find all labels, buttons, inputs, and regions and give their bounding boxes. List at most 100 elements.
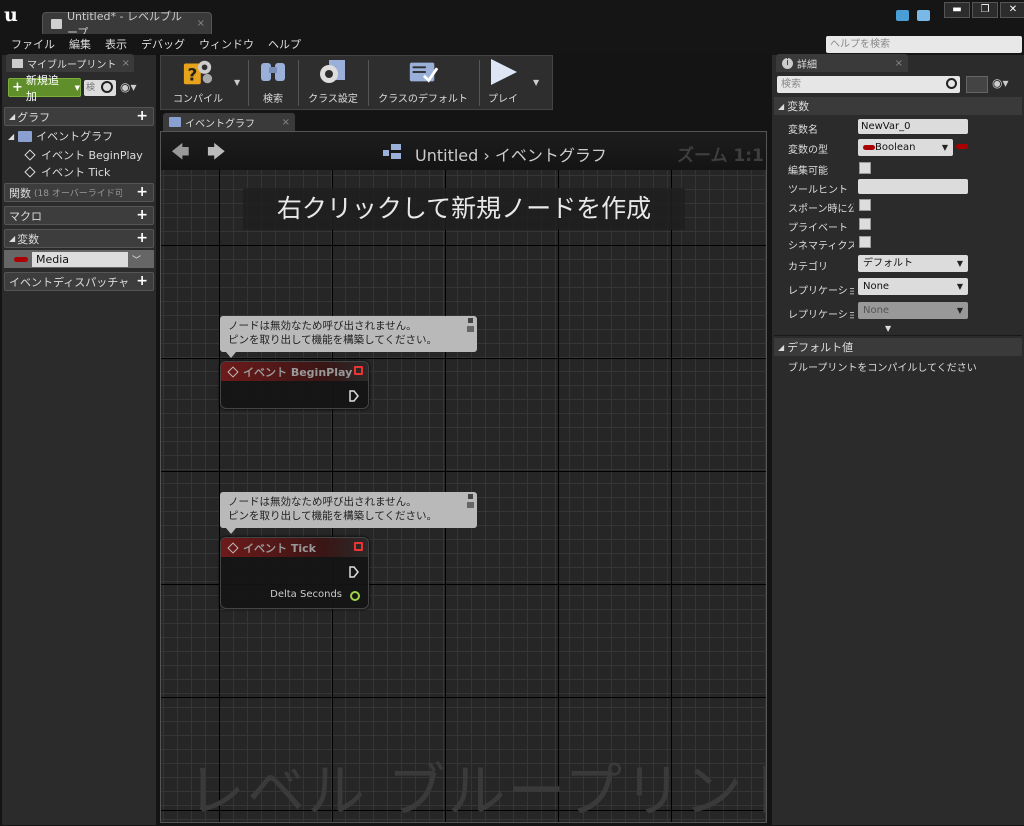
section-functions[interactable]: 関数 (18 オーバーライド可 +: [4, 183, 154, 202]
class-defaults-label: クラスのデフォルト: [378, 94, 468, 105]
comment-line: ノードは無効なため呼び出されません。: [228, 496, 417, 508]
event-graph-tab[interactable]: イベントグラフ ×: [163, 113, 295, 131]
event-diamond-icon: [227, 541, 239, 554]
add-new-button[interactable]: + 新規追加 ▼: [8, 74, 81, 103]
play-icon: [487, 57, 519, 87]
event-diamond-icon: [24, 166, 36, 178]
section-event-dispatchers[interactable]: イベントディスパッチャ +: [4, 272, 154, 291]
back-arrow-icon[interactable]: 🡄: [171, 140, 190, 170]
prop-label-cinematics: シネマティクス: [788, 241, 854, 252]
replication-dropdown[interactable]: None: [858, 278, 968, 295]
menu-file[interactable]: ファイル: [4, 36, 62, 52]
document-tab[interactable]: Untitled* - レベルブループ ×: [42, 10, 212, 39]
cinematics-checkbox[interactable]: [859, 236, 871, 248]
chat-icon[interactable]: [896, 10, 909, 21]
chevron-down-icon: ▼: [74, 83, 80, 92]
menu-debug[interactable]: デバッグ: [134, 36, 192, 52]
tree-event-graph-label: イベントグラフ: [36, 130, 114, 143]
section-macros[interactable]: マクロ +: [4, 206, 154, 225]
menu-help[interactable]: ヘルプ: [261, 36, 308, 52]
exec-pin-icon[interactable]: [349, 390, 359, 402]
var-name-field[interactable]: NewVar_0: [858, 119, 968, 134]
pin-icon[interactable]: [467, 318, 474, 332]
section-variables[interactable]: ◢ 変数 +: [4, 229, 154, 248]
prop-label-tooltip: ツールヒント: [788, 185, 848, 196]
tab-close-icon[interactable]: ×: [197, 18, 205, 29]
forward-arrow-icon[interactable]: 🡆: [207, 140, 226, 170]
maximize-button[interactable]: ❐: [972, 2, 998, 18]
eye-icon[interactable]: ◉▾: [992, 76, 1009, 90]
compile-options-chevron-icon[interactable]: ▼: [234, 78, 240, 87]
minimize-button[interactable]: ▬: [944, 2, 970, 18]
list-view-icon[interactable]: [966, 76, 988, 93]
editable-checkbox[interactable]: [859, 162, 871, 174]
add-variable-icon[interactable]: +: [136, 231, 148, 246]
compile-label: コンパイル: [173, 94, 223, 105]
event-diamond-icon: [24, 149, 36, 161]
compile-icon: ?: [182, 57, 214, 87]
marketplace-icon[interactable]: [917, 10, 930, 21]
event-begin-play-node[interactable]: イベント BeginPlay: [220, 361, 369, 409]
float-pin-icon[interactable]: [350, 591, 360, 601]
breadcrumb-separator: ›: [483, 146, 490, 165]
expand-advanced-icon[interactable]: ▼: [885, 324, 891, 333]
close-button[interactable]: ✕: [1000, 2, 1024, 18]
compile-button[interactable]: ? コンパイル: [165, 56, 231, 109]
add-function-icon[interactable]: +: [136, 185, 148, 200]
private-checkbox[interactable]: [859, 218, 871, 230]
my-blueprint-tab[interactable]: マイブループリント ×: [6, 54, 134, 72]
variable-row[interactable]: Media ﹀: [4, 250, 154, 268]
var-type-dropdown[interactable]: Boolean: [858, 139, 953, 156]
search-button[interactable]: 検索: [251, 56, 295, 109]
prop-label-expose-on-spawn: スポーン時に公: [788, 204, 854, 215]
expose-on-spawn-checkbox[interactable]: [859, 199, 871, 211]
prop-label-replication: レプリケーショ: [788, 286, 854, 297]
bool-pin-icon: [863, 144, 875, 150]
details-section-default-value[interactable]: ◢ デフォルト値: [774, 338, 1022, 356]
delegate-pin-icon[interactable]: [354, 542, 363, 551]
exec-pin-icon[interactable]: [349, 566, 359, 578]
play-button[interactable]: プレイ: [481, 56, 525, 109]
eye-icon[interactable]: ◉▾: [120, 80, 137, 94]
tab-close-icon[interactable]: ×: [282, 117, 290, 128]
details-section-variable[interactable]: ◢ 変数: [774, 97, 1022, 115]
graph-canvas[interactable]: 🡄 🡆 Untitled › イベントグラフ ズーム 1:1 右クリックして新規…: [160, 131, 767, 823]
breadcrumb-root[interactable]: Untitled: [415, 146, 478, 165]
delegate-pin-icon[interactable]: [354, 366, 363, 375]
container-type-icon[interactable]: [956, 144, 968, 149]
details-section-default-label: デフォルト値: [787, 341, 854, 354]
tree-begin-play[interactable]: イベント BeginPlay: [24, 147, 143, 163]
tab-close-icon[interactable]: ×: [122, 58, 130, 69]
event-graph-icon: [169, 117, 181, 127]
comment-line: ピンを取り出して機能を構築してください。: [228, 510, 438, 522]
tab-close-icon[interactable]: ×: [895, 58, 903, 69]
pin-icon[interactable]: [467, 494, 474, 508]
event-graph-icon: [383, 144, 403, 163]
menu-view[interactable]: 表示: [98, 36, 134, 52]
add-macro-icon[interactable]: +: [136, 208, 148, 223]
section-graphs[interactable]: ◢ グラフ +: [4, 107, 154, 126]
menu-edit[interactable]: 編集: [62, 36, 98, 52]
menu-window[interactable]: ウィンドウ: [192, 36, 261, 52]
tree-event-graph[interactable]: ◢ イベントグラフ: [8, 128, 113, 144]
class-defaults-button[interactable]: クラスのデフォルト: [371, 56, 475, 109]
plus-icon: +: [12, 80, 23, 95]
class-settings-button[interactable]: クラス設定: [301, 56, 365, 109]
category-dropdown[interactable]: デフォルト: [858, 255, 968, 272]
my-blueprint-tab-label: マイブループリント: [27, 59, 117, 71]
add-graph-icon[interactable]: +: [136, 109, 148, 124]
tooltip-field[interactable]: [858, 179, 968, 194]
variable-name-field[interactable]: Media: [32, 251, 128, 267]
help-search-input[interactable]: ヘルプを検索: [826, 36, 1022, 53]
node-header: イベント Tick: [221, 538, 368, 557]
play-options-chevron-icon[interactable]: ▼: [533, 78, 539, 87]
event-diamond-icon: [227, 365, 239, 378]
tree-tick[interactable]: イベント Tick: [24, 164, 111, 180]
tree-tick-label: イベント Tick: [41, 166, 111, 179]
add-dispatcher-icon[interactable]: +: [136, 274, 148, 289]
details-search-input[interactable]: 検索: [777, 76, 960, 93]
blueprint-tab-icon: [51, 18, 62, 29]
node-header: イベント BeginPlay: [221, 362, 368, 381]
details-tab[interactable]: i 詳細 ×: [776, 54, 908, 72]
event-tick-node[interactable]: イベント Tick Delta Seconds: [220, 537, 369, 609]
